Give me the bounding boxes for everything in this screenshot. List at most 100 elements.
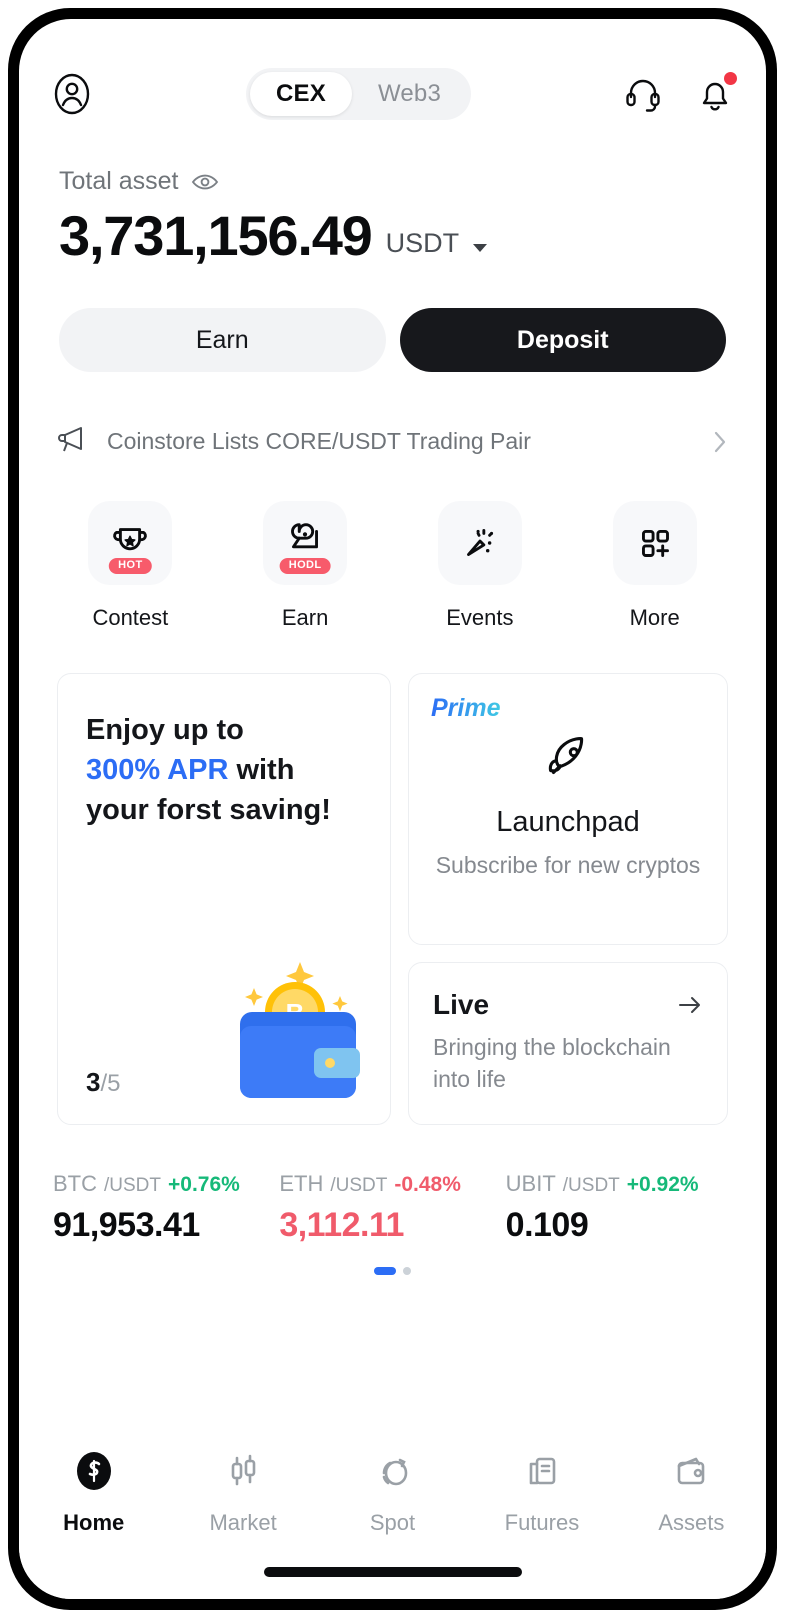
grid-plus-icon [612, 501, 697, 585]
ticker-ubit[interactable]: UBIT/USDT +0.92% 0.109 [506, 1171, 732, 1245]
ticker-head: UBIT/USDT +0.92% [506, 1171, 732, 1197]
candlestick-icon [221, 1449, 265, 1498]
tab-cex[interactable]: CEX [249, 72, 352, 116]
wallet-bitcoin-icon: B [192, 940, 372, 1110]
prime-tag: Prime [431, 694, 501, 722]
trophy-icon: HOT [88, 501, 173, 585]
futures-doc-icon [520, 1449, 564, 1498]
promo-right-column: Prime Launchpad Subscribe for new crypto… [408, 673, 728, 1125]
balance-currency[interactable]: USDT [386, 228, 460, 264]
segmented-control: CEX Web3 [245, 68, 471, 120]
saving-line-1: Enjoy up to [86, 714, 244, 746]
carousel-dot[interactable] [403, 1267, 411, 1275]
caret-down-icon[interactable] [473, 244, 488, 252]
ticker-eth[interactable]: ETH/USDT -0.48% 3,112.11 [279, 1171, 505, 1245]
badge-hodl: HODL [279, 558, 331, 574]
nav-item-assets[interactable]: Assets [617, 1449, 766, 1536]
ticker-quote: /USDT [104, 1175, 161, 1196]
notification-badge [724, 72, 737, 85]
ticker-price: 0.109 [505, 1206, 589, 1244]
carousel-page-count: 3/5 [86, 1067, 120, 1098]
ticker-head: BTC/USDT +0.76% [53, 1171, 279, 1197]
phone-frame: CEX Web3 Total asset 3,731,156.49 USDT E… [8, 8, 777, 1610]
chevron-right-icon[interactable] [712, 429, 728, 455]
ticker-base: BTC [53, 1171, 97, 1196]
saving-promo-text: Enjoy up to 300% APR with your forst sav… [58, 674, 390, 830]
launchpad-card[interactable]: Prime Launchpad Subscribe for new crypto… [408, 673, 728, 945]
ticker-strip: BTC/USDT +0.76% 91,953.41 ETH/USDT -0.48… [19, 1125, 766, 1245]
quick-actions: HOT Contest HODL Earn Events More [19, 459, 766, 631]
app-screen: CEX Web3 Total asset 3,731,156.49 USDT E… [19, 19, 766, 1599]
saving-line-2: 300% APR with [86, 750, 362, 790]
announcement-banner[interactable]: Coinstore Lists CORE/USDT Trading Pair [19, 372, 766, 459]
piggy-hand-icon: HODL [263, 501, 348, 585]
mode-switcher: CEX Web3 [95, 68, 622, 120]
nav-label: Home [63, 1510, 125, 1535]
ticker-base: ETH [279, 1171, 324, 1196]
nav-item-home[interactable]: Home [19, 1449, 168, 1536]
deposit-button[interactable]: Deposit [399, 308, 726, 372]
total-asset-row: Total asset [59, 167, 726, 196]
balance-section: Total asset 3,731,156.49 USDT [19, 131, 766, 264]
arrow-right-icon[interactable] [677, 995, 703, 1015]
quick-action-label: Events [446, 605, 514, 630]
quick-action-label: More [629, 605, 680, 630]
quick-action-label: Contest [92, 605, 169, 630]
page-total: /5 [100, 1070, 121, 1097]
nav-label: Futures [504, 1510, 580, 1535]
earn-button[interactable]: Earn [59, 308, 386, 372]
balance-amount: 3,731,156.49 [59, 204, 373, 267]
badge-hot: HOT [109, 558, 152, 574]
nav-item-futures[interactable]: Futures [467, 1449, 616, 1536]
confetti-icon [437, 501, 522, 585]
ticker-price: 3,112.11 [279, 1206, 404, 1244]
carousel-dot-active[interactable] [374, 1267, 396, 1275]
apr-highlight: 300% APR [86, 754, 229, 787]
spot-swap-icon [371, 1449, 415, 1498]
home-indicator [263, 1567, 522, 1577]
saving-promo-card[interactable]: Enjoy up to 300% APR with your forst sav… [57, 673, 391, 1125]
ticker-change: -0.48% [394, 1173, 461, 1196]
quick-action-contest[interactable]: HOT Contest [43, 501, 218, 631]
announcement-text: Coinstore Lists CORE/USDT Trading Pair [107, 428, 531, 454]
rocket-icon [539, 729, 597, 792]
nav-item-market[interactable]: Market [168, 1449, 317, 1536]
ticker-quote: /USDT [562, 1175, 620, 1196]
saving-line-2-rest: with [228, 754, 295, 787]
quick-action-events[interactable]: Events [393, 501, 568, 631]
megaphone-icon [57, 424, 91, 459]
promo-section: Enjoy up to 300% APR with your forst sav… [19, 631, 766, 1125]
quick-action-more[interactable]: More [567, 501, 742, 631]
header-actions [622, 72, 737, 115]
app-header: CEX Web3 [19, 19, 766, 131]
launchpad-title: Launchpad [496, 806, 640, 838]
total-asset-label: Total asset [59, 167, 179, 195]
ticker-change: +0.92% [626, 1173, 699, 1196]
nav-label: Spot [369, 1510, 416, 1535]
primary-actions: Earn Deposit [19, 264, 766, 372]
ticker-btc[interactable]: BTC/USDT +0.76% 91,953.41 [53, 1171, 279, 1245]
launchpad-subtitle: Subscribe for new cryptos [435, 852, 701, 878]
nav-label: Market [209, 1510, 277, 1535]
nav-label: Assets [658, 1510, 725, 1535]
ticker-head: ETH/USDT -0.48% [279, 1171, 505, 1197]
live-card[interactable]: Live Bringing the blockchain into life [408, 962, 728, 1125]
page-current: 3 [86, 1067, 101, 1097]
headset-icon[interactable] [622, 73, 664, 115]
coinstore-logo-icon [72, 1449, 116, 1498]
wallet-icon [669, 1449, 713, 1498]
nav-item-spot[interactable]: Spot [318, 1449, 467, 1536]
quick-action-label: Earn [281, 605, 329, 630]
tab-web3[interactable]: Web3 [352, 72, 467, 116]
carousel-dots [19, 1245, 766, 1275]
saving-line-3: your forst saving! [86, 794, 331, 827]
live-card-header: Live [433, 989, 703, 1021]
bell-icon[interactable] [694, 72, 737, 115]
quick-action-earn[interactable]: HODL Earn [218, 501, 393, 631]
ticker-quote: /USDT [330, 1175, 388, 1196]
ticker-base: UBIT [505, 1171, 556, 1196]
eye-icon[interactable] [191, 172, 219, 192]
ticker-price: 91,953.41 [53, 1206, 200, 1244]
live-subtitle: Bringing the blockchain into life [433, 1034, 671, 1093]
user-circle-icon[interactable] [49, 71, 95, 117]
